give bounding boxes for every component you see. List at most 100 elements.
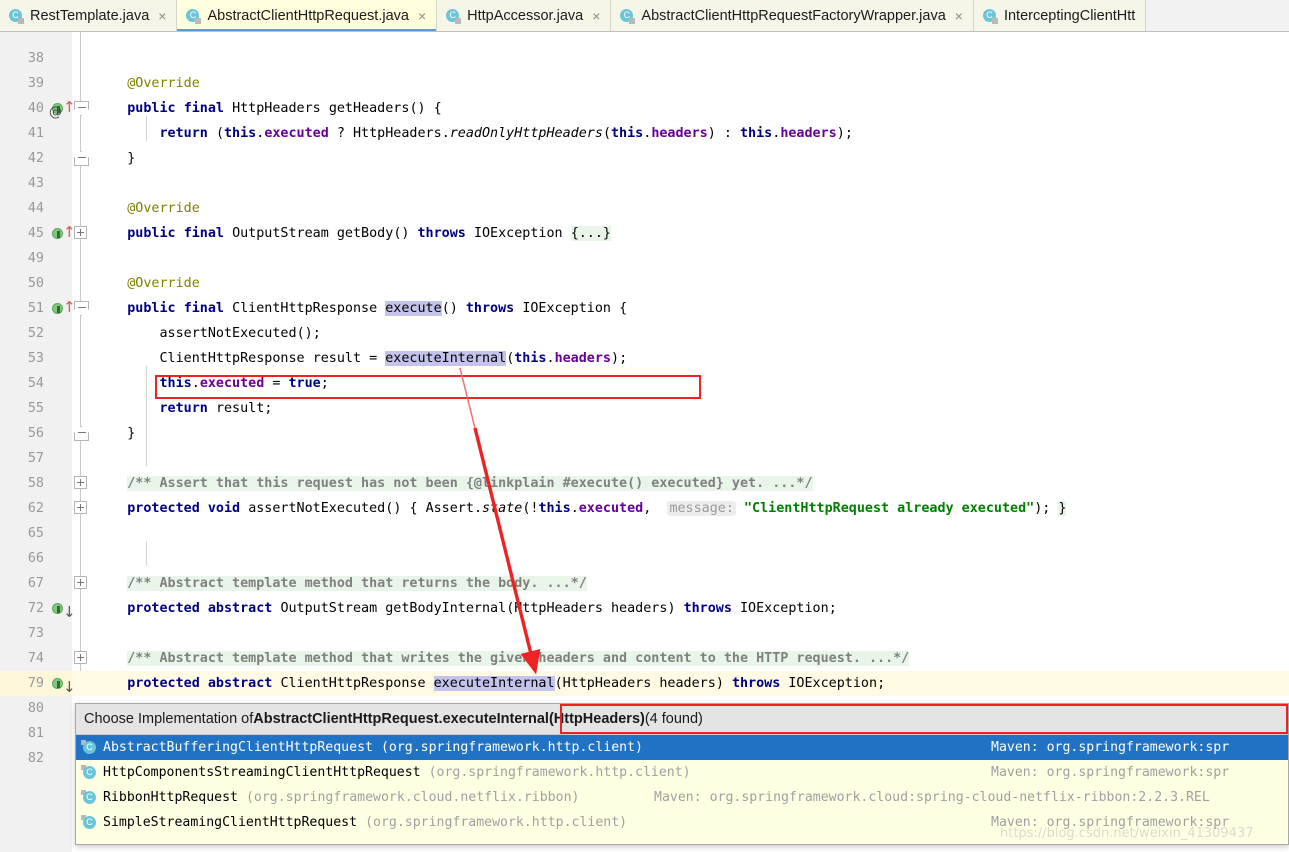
line-number[interactable]: 65 xyxy=(0,521,44,546)
line-number[interactable]: 51 xyxy=(0,296,44,321)
java-class-icon: C xyxy=(982,8,998,24)
line-number[interactable]: 40 xyxy=(0,96,44,121)
editor-tab-2[interactable]: C HttpAccessor.java × xyxy=(437,0,612,31)
close-tab-icon[interactable]: × xyxy=(158,8,166,24)
implements-marker-icon[interactable] xyxy=(52,300,76,317)
java-class-icon: C xyxy=(81,815,98,830)
editor-tab-3[interactable]: C AbstractClientHttpRequestFactoryWrapper… xyxy=(611,0,974,31)
implementation-maven-source: Maven: org.springframework:spr xyxy=(991,740,1230,755)
fold-handle-plus[interactable] xyxy=(74,476,87,489)
line-number[interactable]: 72 xyxy=(0,596,44,621)
line-number[interactable]: 44 xyxy=(0,196,44,221)
fold-handle-shield-down[interactable] xyxy=(74,301,89,317)
code-line-50: 50 @Override xyxy=(0,271,1289,296)
line-number[interactable]: 41 xyxy=(0,121,44,146)
code-text: protected abstract OutputStream getBodyI… xyxy=(127,601,837,616)
line-number[interactable]: 57 xyxy=(0,446,44,471)
line-number[interactable]: 54 xyxy=(0,371,44,396)
code-line-51: 51 public final ClientHttpResponse execu… xyxy=(0,296,1289,321)
code-text: } xyxy=(127,426,136,441)
line-number[interactable]: 79 xyxy=(0,671,44,696)
code-text: public final ClientHttpResponse execute(… xyxy=(127,301,628,316)
line-number[interactable]: 67 xyxy=(0,571,44,596)
line-number[interactable]: 49 xyxy=(0,246,44,271)
java-class-icon: C xyxy=(81,765,98,780)
code-line-49: 49 xyxy=(0,246,1289,271)
code-text: /** Abstract template method that return… xyxy=(127,576,587,591)
editor-tab-1[interactable]: C AbstractClientHttpRequest.java × xyxy=(177,0,438,31)
java-class-icon: C xyxy=(620,8,636,24)
implements-marker-icon[interactable] xyxy=(52,225,76,242)
fold-handle-shield-up[interactable] xyxy=(74,151,89,167)
implementation-maven-source: Maven: org.springframework.cloud:spring-… xyxy=(654,790,1210,805)
indent-guide xyxy=(146,366,147,466)
editor-tab-4[interactable]: C InterceptingClientHtt xyxy=(973,0,1147,31)
editor-tab-bar: C RestTemplate.java × C AbstractClientHttpRe… xyxy=(0,0,1289,32)
popup-title-symbol: AbstractClientHttpRequest.executeInterna… xyxy=(253,711,645,727)
implemented-by-marker-icon[interactable] xyxy=(52,676,68,692)
fold-handle-shield-up[interactable] xyxy=(74,426,89,442)
code-line-54: 54 this.executed = true; xyxy=(0,371,1289,396)
implementation-row[interactable]: C RibbonHttpRequest (org.springframework.c… xyxy=(76,785,1288,810)
close-tab-icon[interactable]: × xyxy=(955,8,963,24)
implementation-class-name: SimpleStreamingClientHttpRequest xyxy=(103,815,358,830)
line-number[interactable]: 81 xyxy=(0,721,44,746)
code-text: this.executed = true; xyxy=(159,376,329,391)
code-text: return result; xyxy=(159,401,273,416)
fold-handle-shield-down[interactable] xyxy=(74,101,89,117)
line-number[interactable]: 42 xyxy=(0,146,44,171)
code-line-55: 55 return result; xyxy=(0,396,1289,421)
line-number[interactable]: 56 xyxy=(0,421,44,446)
code-text: } xyxy=(127,151,136,166)
popup-title-suffix: (4 found) xyxy=(644,711,703,727)
code-line-39: 39 @Override xyxy=(0,71,1289,96)
code-text: protected abstract ClientHttpResponse ex… xyxy=(127,676,886,691)
implementation-row[interactable]: C SimpleStreamingClientHttpRequest (org.sp… xyxy=(76,810,1288,835)
line-number[interactable]: 50 xyxy=(0,271,44,296)
line-number[interactable]: 82 xyxy=(0,746,44,771)
code-line-52: 52 assertNotExecuted(); xyxy=(0,321,1289,346)
implementation-class-name: RibbonHttpRequest xyxy=(103,790,238,805)
implementation-list[interactable]: C AbstractBufferingClientHttpRequest (org.… xyxy=(76,735,1288,835)
implementation-package: (org.springframework.cloud.netflix.ribbo… xyxy=(245,790,580,805)
line-number[interactable]: 52 xyxy=(0,321,44,346)
close-tab-icon[interactable]: × xyxy=(418,8,426,24)
code-text: @Override xyxy=(127,276,200,291)
implementation-package: (org.springframework.http.client) xyxy=(380,740,643,755)
code-text: return (this.executed ? HttpHeaders.read… xyxy=(159,126,853,141)
close-tab-icon[interactable]: × xyxy=(592,8,600,24)
code-line-38: 38 xyxy=(0,46,1289,71)
implementation-maven-source: Maven: org.springframework:spr xyxy=(991,815,1230,830)
code-line-58: 58 /** Assert that this request has not … xyxy=(0,471,1289,496)
editor-tab-0[interactable]: C RestTemplate.java × xyxy=(0,0,178,31)
line-number[interactable]: 80 xyxy=(0,696,44,721)
line-number[interactable]: 62 xyxy=(0,496,44,521)
choose-implementation-popup[interactable]: Choose Implementation of AbstractClientH… xyxy=(75,703,1289,845)
code-text: /** Assert that this request has not bee… xyxy=(127,476,813,491)
line-number[interactable]: 55 xyxy=(0,396,44,421)
line-number[interactable]: 39 xyxy=(0,71,44,96)
line-number[interactable]: 58 xyxy=(0,471,44,496)
parameter-hint: message: xyxy=(667,501,736,516)
fold-handle-plus[interactable] xyxy=(74,651,87,664)
implementation-maven-source: Maven: org.springframework:spr xyxy=(991,765,1230,780)
fold-handle-plus[interactable] xyxy=(74,501,87,514)
fold-handle-plus[interactable] xyxy=(74,226,87,239)
line-number[interactable]: 74 xyxy=(0,646,44,671)
line-number[interactable]: 53 xyxy=(0,346,44,371)
editor-tab-label: HttpAccessor.java xyxy=(467,8,584,24)
code-line-42: 42 } xyxy=(0,146,1289,171)
code-text: @Override xyxy=(127,201,200,216)
fold-handle-plus[interactable] xyxy=(74,576,87,589)
code-line-40: 40 @ public final HttpHeaders getHeaders(… xyxy=(0,96,1289,121)
line-number[interactable]: 45 xyxy=(0,221,44,246)
line-number[interactable]: 73 xyxy=(0,621,44,646)
implementation-row[interactable]: C HttpComponentsStreamingClientHttpReques… xyxy=(76,760,1288,785)
implementation-class-name: HttpComponentsStreamingClientHttpRequest xyxy=(103,765,421,780)
indent-guide xyxy=(146,541,147,566)
implementation-row[interactable]: C AbstractBufferingClientHttpRequest (org.… xyxy=(76,735,1288,760)
implemented-by-marker-icon[interactable] xyxy=(52,601,68,617)
line-number[interactable]: 38 xyxy=(0,46,44,71)
line-number[interactable]: 43 xyxy=(0,171,44,196)
line-number[interactable]: 66 xyxy=(0,546,44,571)
